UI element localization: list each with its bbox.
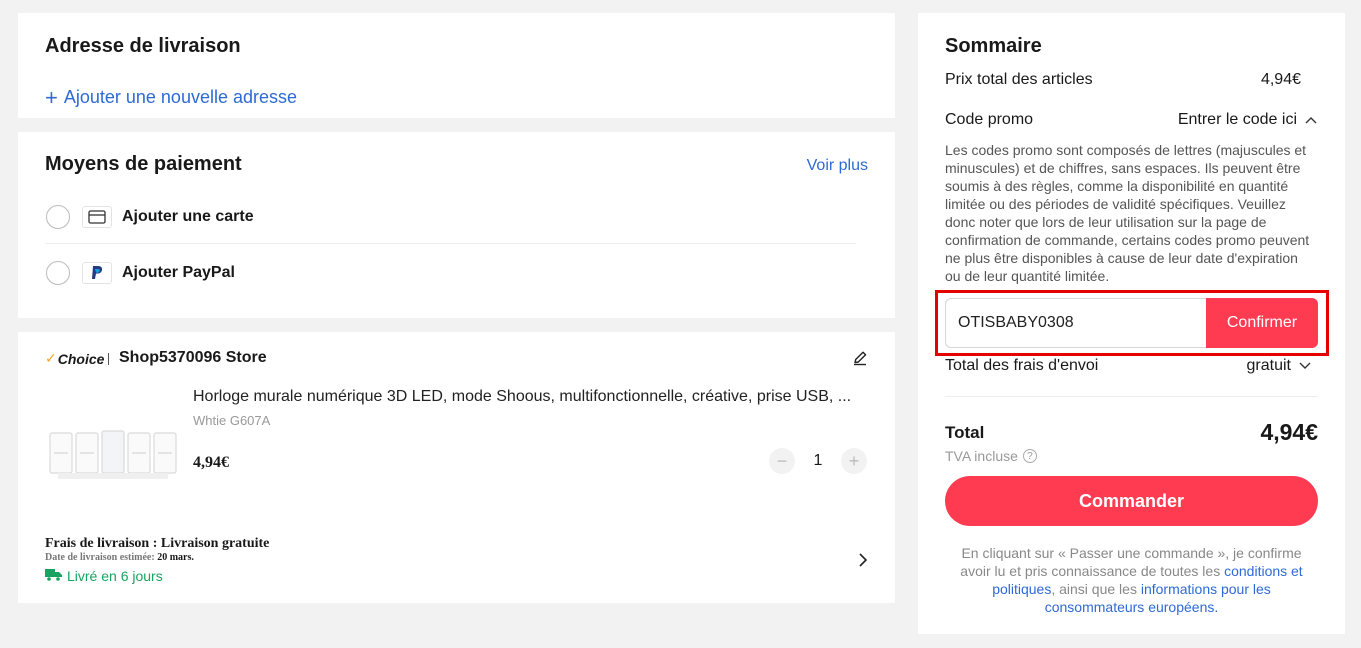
product-title[interactable]: Horloge murale numérique 3D LED, mode Sh… [193,388,873,406]
promo-toggle-label: Entrer le code ici [1177,111,1297,128]
shipping-address-title: Adresse de livraison [45,35,241,57]
legal-notice: En cliquant sur « Passer une commande »,… [948,544,1315,616]
shipping-total-toggle[interactable]: gratuit [1247,357,1311,375]
decrease-quantity-button[interactable]: − [769,448,795,474]
delivery-date-value: 20 mars. [157,552,194,563]
store-name: Shop5370096 Store [119,349,267,366]
edit-icon[interactable] [852,350,868,371]
payment-option-paypal[interactable]: Ajouter PayPal [46,246,856,300]
delivery-date: Date de livraison estimée: 20 mars. [45,552,194,563]
delivery-date-prefix: Date de livraison estimée: [45,552,155,563]
total-row: Total 4,94€ [945,419,1318,446]
divider [945,396,1318,397]
quantity-stepper: − 1 + [769,448,867,474]
plus-icon: + [45,84,58,110]
paypal-radio[interactable] [46,261,70,285]
product-image[interactable] [48,427,178,487]
payment-title: Moyens de paiement [45,153,242,175]
tva-note: TVA incluse ? [945,448,1037,464]
divider [108,352,110,365]
question-icon[interactable]: ? [1022,449,1037,463]
confirm-promo-button[interactable]: Confirmer [1206,298,1318,348]
delivery-days-label: Livré en 6 jours [67,568,163,584]
shipping-address-card: Adresse de livraison + Ajouter une nouve… [18,13,895,118]
chevron-up-icon [1305,111,1317,129]
product-price: 4,94€ [193,454,229,471]
add-card-label: Ajouter une carte [122,207,254,225]
card-radio[interactable] [46,204,70,229]
shipping-total-value: gratuit [1246,357,1291,374]
items-total-label: Prix total des articles [945,71,1093,88]
delivery-days: Livré en 6 jours [45,568,163,584]
chevron-down-icon [1299,357,1311,375]
shipping-total-label: Total des frais d'envoi [945,357,1099,374]
increase-quantity-button[interactable]: + [841,448,867,474]
promo-description: Les codes promo sont composés de lettres… [945,142,1310,284]
promo-code-input[interactable]: OTISBABY0308 [945,298,1207,348]
total-label: Total [945,422,985,442]
items-total-value: 4,94€ [1260,71,1301,88]
order-summary-card: Sommaire Prix total des articles 4,94€ C… [918,13,1345,634]
add-address-link[interactable]: + Ajouter une nouvelle adresse [45,84,298,110]
legal-middle: , ainsi que les [1051,581,1141,597]
summary-title: Sommaire [945,35,1042,57]
add-address-label: Ajouter une nouvelle adresse [63,87,298,107]
shipping-fee-title: Frais de livraison : Livraison gratuite [45,536,270,551]
shipping-total-row[interactable]: Total des frais d'envoi gratuit [945,357,1311,375]
truck-icon [45,568,62,584]
check-icon: ✓ [45,350,57,366]
product-variant: Whtie G607A [193,413,271,428]
promo-toggle[interactable]: Entrer le code ici [1178,111,1317,129]
see-more-link[interactable]: Voir plus [807,157,868,175]
payment-methods-card: Moyens de paiement Voir plus Ajouter une… [18,132,895,318]
tva-label: TVA incluse [945,448,1018,464]
choice-label: Choice [57,350,105,367]
promo-code-label: Code promo [945,111,1034,128]
total-value: 4,94€ [1260,419,1318,445]
order-item-card: ✓ Choice Shop5370096 Store Horloge mural… [18,332,895,603]
choice-badge: ✓ Choice [45,350,110,367]
place-order-button[interactable]: Commander [945,476,1318,526]
chevron-right-icon[interactable] [858,552,868,573]
add-paypal-label: Ajouter PayPal [122,264,235,281]
promo-code-row[interactable]: Code promo Entrer le code ici [945,111,1317,129]
payment-option-card[interactable]: Ajouter une carte [46,190,856,244]
paypal-icon [82,262,112,284]
items-total-row: Prix total des articles 4,94€ [945,71,1301,89]
quantity-value: 1 [813,452,823,469]
credit-card-icon [82,205,112,228]
